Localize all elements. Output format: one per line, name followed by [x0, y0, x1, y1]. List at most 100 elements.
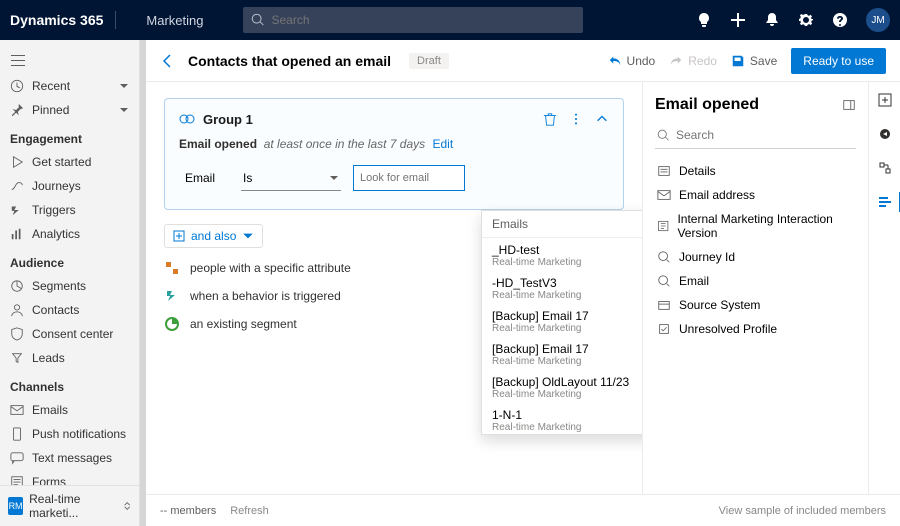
elements-icon[interactable]: [877, 126, 893, 142]
chevron-down-icon: [119, 81, 129, 91]
brand: Dynamics 365: [10, 12, 103, 28]
panel-attribute-item[interactable]: Journey Id: [655, 245, 856, 269]
command-bar: Contacts that opened an email Draft Undo…: [146, 40, 900, 82]
group-card: Group 1 Email opened at least once in th…: [164, 98, 624, 210]
sidebar-item-segments[interactable]: Segments: [0, 274, 139, 298]
dropdown-item[interactable]: [Backup] Email 17Real-time Marketing: [482, 304, 642, 337]
sidebar-item-journeys[interactable]: Journeys: [0, 174, 139, 198]
shield-icon: [10, 327, 24, 341]
bell-icon[interactable]: [764, 12, 780, 28]
panel-attribute-item[interactable]: Source System: [655, 293, 856, 317]
sidebar-item-text[interactable]: Text messages: [0, 446, 139, 470]
redo-icon: [669, 54, 683, 68]
attr-item-icon: [657, 188, 671, 202]
search-icon: [657, 129, 670, 142]
condition-row: Email Is: [179, 161, 609, 193]
sidebar-item-contacts[interactable]: Contacts: [0, 298, 139, 322]
right-panel: Email opened DetailsEmail addressInterna…: [642, 82, 868, 494]
user-avatar[interactable]: JM: [866, 8, 890, 32]
help-icon[interactable]: [832, 12, 848, 28]
undo-button[interactable]: Undo: [608, 54, 656, 68]
email-lookup-input[interactable]: [353, 165, 465, 191]
panel-attribute-item[interactable]: Internal Marketing Interaction Version: [655, 207, 856, 245]
email-dropdown: Emails _HD-testReal-time Marketing-HD_Te…: [481, 210, 642, 435]
flow-icon[interactable]: [877, 160, 893, 176]
plus-icon[interactable]: [730, 12, 746, 28]
undo-icon: [608, 54, 622, 68]
area-badge: RM: [8, 497, 23, 515]
hamburger-icon[interactable]: [0, 46, 139, 74]
dropdown-item[interactable]: 1-N-1Real-time Marketing: [482, 403, 642, 434]
chevron-down-icon: [329, 173, 339, 183]
push-icon: [10, 427, 24, 441]
mail-icon: [10, 403, 24, 417]
group-title: Group 1: [203, 112, 253, 127]
search-icon: [251, 13, 265, 27]
expand-icon[interactable]: [842, 98, 856, 112]
section-audience: Audience: [0, 246, 139, 274]
panel-attribute-item[interactable]: Details: [655, 159, 856, 183]
sidebar-item-leads[interactable]: Leads: [0, 346, 139, 370]
sidebar-item-pinned[interactable]: Pinned: [0, 98, 139, 122]
ready-to-use-button[interactable]: Ready to use: [791, 48, 886, 74]
refresh-link[interactable]: Refresh: [230, 505, 269, 517]
attr-item-icon: [657, 250, 671, 264]
operator-select[interactable]: Is: [241, 165, 341, 191]
journey-icon: [10, 179, 24, 193]
right-rail: [868, 82, 900, 494]
attr-item-icon: [657, 322, 671, 336]
form-icon: [10, 475, 24, 485]
back-button[interactable]: [160, 53, 176, 69]
lightbulb-icon[interactable]: [696, 12, 712, 28]
top-navbar: Dynamics 365 Marketing JM: [0, 0, 900, 40]
leads-icon: [10, 351, 24, 365]
attr-label: Email: [185, 171, 229, 185]
status-badge: Draft: [409, 53, 449, 69]
save-icon: [731, 54, 745, 68]
footer-bar: -- members Refresh View sample of includ…: [146, 494, 900, 526]
dropdown-item[interactable]: [Backup] OldLayout 11/23Real-time Market…: [482, 370, 642, 403]
sidebar-item-forms[interactable]: Forms: [0, 470, 139, 485]
sidebar-item-triggers[interactable]: Triggers: [0, 198, 139, 222]
sidebar-item-analytics[interactable]: Analytics: [0, 222, 139, 246]
dropdown-item[interactable]: _HD-testReal-time Marketing: [482, 238, 642, 271]
gear-icon[interactable]: [798, 12, 814, 28]
attribute-icon: [164, 260, 180, 276]
main-area: Contacts that opened an email Draft Undo…: [146, 40, 900, 526]
panel-attribute-item[interactable]: Email: [655, 269, 856, 293]
nav-icons: JM: [696, 8, 890, 32]
sidebar-item-recent[interactable]: Recent: [0, 74, 139, 98]
save-button[interactable]: Save: [731, 54, 777, 68]
group-icon: [179, 111, 195, 127]
panel-search[interactable]: [655, 124, 856, 149]
global-search-input[interactable]: [271, 13, 575, 27]
add-block-icon: [173, 230, 185, 242]
panel-search-input[interactable]: [676, 128, 854, 142]
view-sample-link[interactable]: View sample of included members: [719, 505, 886, 517]
global-search[interactable]: [243, 7, 583, 33]
dropdown-item[interactable]: -HD_TestV3Real-time Marketing: [482, 271, 642, 304]
panel-attribute-item[interactable]: Email address: [655, 183, 856, 207]
delete-icon[interactable]: [543, 112, 557, 126]
area-selector[interactable]: RM Real-time marketi...: [0, 485, 139, 526]
more-vert-icon[interactable]: [569, 112, 583, 126]
attr-item-icon: [657, 274, 671, 288]
module-name[interactable]: Marketing: [146, 13, 203, 28]
sidebar-item-consent[interactable]: Consent center: [0, 322, 139, 346]
edit-link[interactable]: Edit: [432, 137, 453, 151]
section-channels: Channels: [0, 370, 139, 398]
and-also-button[interactable]: and also: [164, 224, 263, 248]
redo-button[interactable]: Redo: [669, 54, 717, 68]
properties-icon[interactable]: [877, 194, 893, 210]
panel-attribute-item[interactable]: Unresolved Profile: [655, 317, 856, 341]
collapse-icon[interactable]: [595, 112, 609, 126]
attr-item-icon: [657, 219, 669, 233]
sidebar-item-emails[interactable]: Emails: [0, 398, 139, 422]
dropdown-item[interactable]: [Backup] Email 17Real-time Marketing: [482, 337, 642, 370]
add-pane-icon[interactable]: [877, 92, 893, 108]
sidebar-item-get-started[interactable]: Get started: [0, 150, 139, 174]
attr-item-icon: [657, 298, 671, 312]
page-title: Contacts that opened an email: [188, 53, 391, 69]
members-count: -- members: [160, 505, 216, 517]
sidebar-item-push[interactable]: Push notifications: [0, 422, 139, 446]
